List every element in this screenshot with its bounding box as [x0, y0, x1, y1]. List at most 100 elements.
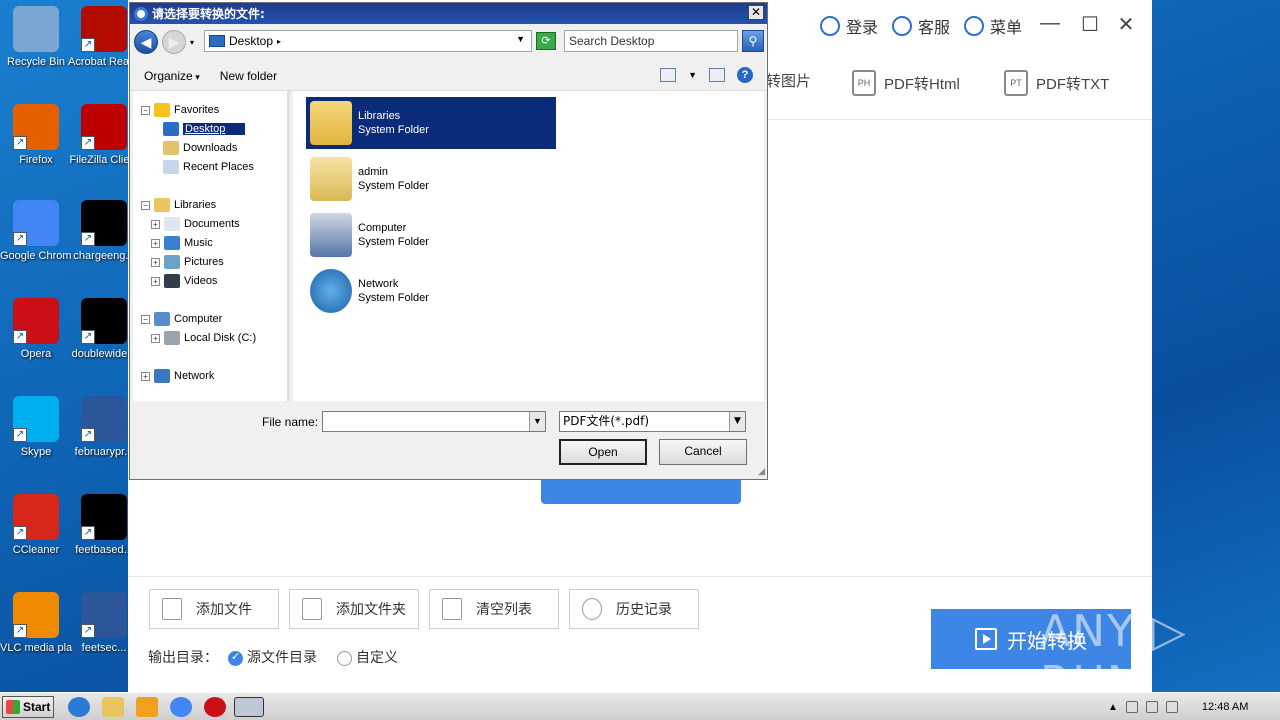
open-button[interactable]: Open [559, 439, 647, 465]
tree-videos[interactable]: + Videos [151, 272, 217, 290]
refresh-button[interactable]: ⟳ [536, 32, 556, 50]
login-button[interactable]: 登录 [820, 14, 878, 38]
clock[interactable]: 12:48 AM [1202, 701, 1248, 713]
tree-music[interactable]: + Music [151, 234, 213, 252]
collapse-icon[interactable]: − [141, 200, 150, 210]
file-type-select[interactable]: PDF文件(*.pdf) ▼ [559, 411, 746, 432]
back-button[interactable]: ◀ [134, 30, 158, 54]
tree-downloads[interactable]: Downloads [163, 139, 237, 157]
help-icon[interactable]: ? [737, 67, 753, 83]
explorer-icon[interactable] [102, 697, 124, 717]
desktop-icon-recycle-bin[interactable]: Recycle Bin [0, 6, 72, 69]
breadcrumb-chevron-icon[interactable]: ▸ [277, 37, 281, 46]
search-input[interactable]: Search Desktop [564, 30, 738, 52]
app-icon: ↗ [13, 396, 59, 442]
radio-label: 源文件目录 [247, 650, 317, 666]
chrome-icon[interactable] [170, 697, 192, 717]
add-file-button[interactable]: 添加文件 [149, 589, 279, 629]
tree-label: Documents [184, 218, 240, 230]
cancel-button[interactable]: Cancel [659, 439, 747, 465]
recent-places-icon [163, 160, 179, 174]
expand-icon[interactable]: + [151, 257, 160, 267]
file-item-admin[interactable]: admin System Folder [306, 153, 556, 205]
network-tray-icon[interactable] [1145, 701, 1158, 713]
dialog-close-button[interactable]: ✕ [748, 5, 764, 20]
expand-icon[interactable]: + [151, 219, 160, 229]
tree-documents[interactable]: + Documents [151, 215, 240, 233]
history-button[interactable]: 历史记录 [569, 589, 699, 629]
clear-list-button[interactable]: 清空列表 [429, 589, 559, 629]
new-folder-button[interactable]: New folder [220, 69, 277, 83]
view-controls: ▼ ? [660, 67, 753, 83]
add-file-label: 添加文件 [196, 602, 252, 618]
close-button[interactable]: ✕ [1114, 12, 1138, 37]
service-button[interactable]: 客服 [892, 14, 950, 38]
expand-icon[interactable]: + [151, 276, 160, 286]
file-item-network[interactable]: Network System Folder [306, 265, 556, 317]
tree-desktop[interactable]: Desktop [163, 120, 246, 138]
tab-pdf-to-txt[interactable]: PT PDF转TXT [1004, 70, 1109, 96]
collapse-icon[interactable]: − [141, 105, 150, 115]
file-type-dropdown-icon[interactable]: ▼ [729, 412, 745, 431]
media-player-icon[interactable] [136, 697, 158, 717]
address-bar[interactable]: Desktop ▸ ▼ [204, 30, 532, 52]
desktop-icon-ccleaner[interactable]: ↗ CCleaner [0, 494, 72, 557]
preview-pane-icon[interactable] [709, 68, 725, 82]
ie-icon[interactable] [68, 697, 90, 717]
dialog-commandbar: Organize New folder ▼ ? [130, 61, 767, 91]
network-globe-icon [310, 269, 352, 313]
desktop-icon-vlc-media-player[interactable]: ↗ VLC media player [0, 592, 72, 655]
opera-icon[interactable] [204, 697, 226, 717]
action-center-flag-icon[interactable] [1165, 701, 1178, 713]
tray-expand-icon[interactable]: ▲ [1108, 702, 1118, 713]
volume-icon[interactable] [1125, 701, 1138, 713]
expand-icon[interactable]: + [151, 333, 160, 343]
view-dropdown-icon[interactable]: ▼ [688, 70, 697, 80]
minimize-button[interactable]: — [1038, 12, 1062, 35]
tab-label: 转图片 [766, 73, 812, 90]
tree-label: Local Disk (C:) [184, 332, 257, 344]
forward-button[interactable]: ▶ [162, 30, 186, 54]
tab-pdf-to-image[interactable]: 转图片 [766, 70, 811, 91]
tree-libraries[interactable]: − Libraries [141, 196, 216, 214]
resize-grip-icon[interactable]: ◢ [758, 466, 765, 477]
desktop-icon-opera[interactable]: ↗ Opera [0, 298, 72, 361]
collapse-icon[interactable]: − [141, 314, 150, 324]
pdf-converter-taskbar-icon[interactable] [234, 697, 264, 717]
add-folder-button[interactable]: 添加文件夹 [289, 589, 419, 629]
desktop-folder-icon [209, 35, 225, 47]
organize-button[interactable]: Organize [144, 69, 200, 83]
tree-network[interactable]: + Network [141, 367, 214, 385]
desktop-icon-google-chrome[interactable]: ↗ Google Chrome [0, 200, 72, 263]
recent-pages-dropdown[interactable]: ▾ [190, 38, 194, 47]
tab-pdf-to-html[interactable]: PH PDF转Html [852, 70, 960, 96]
drive-icon [164, 331, 180, 345]
expand-icon[interactable]: + [151, 238, 160, 248]
file-name-input[interactable]: ▼ [322, 411, 546, 432]
menu-button[interactable]: 菜单 [964, 14, 1022, 38]
downloads-icon [163, 141, 179, 155]
file-item-libraries[interactable]: Libraries System Folder [306, 97, 556, 149]
tree-pictures[interactable]: + Pictures [151, 253, 224, 271]
radio-custom-dir[interactable]: 自定义 [337, 647, 398, 667]
app-icon: ↗ [81, 298, 127, 344]
expand-icon[interactable]: + [141, 371, 150, 381]
computer-icon [154, 312, 170, 326]
search-icon[interactable]: ⚲ [742, 30, 764, 52]
maximize-button[interactable]: ☐ [1078, 12, 1102, 37]
desktop-icon-skype[interactable]: ↗ Skype [0, 396, 72, 459]
file-item-computer[interactable]: Computer System Folder [306, 209, 556, 261]
file-name-dropdown-icon[interactable]: ▼ [529, 412, 545, 431]
desktop-icon-firefox[interactable]: ↗ Firefox [0, 104, 72, 167]
radio-source-dir[interactable]: 源文件目录 [228, 647, 317, 667]
start-button[interactable]: Start [2, 696, 54, 718]
headset-icon [892, 16, 912, 36]
tree-computer[interactable]: − Computer [141, 310, 222, 328]
tree-local-disk[interactable]: + Local Disk (C:) [151, 329, 256, 347]
view-options-icon[interactable] [660, 68, 677, 82]
address-dropdown-icon[interactable]: ▼ [516, 34, 525, 44]
tree-recent-places[interactable]: Recent Places [163, 158, 254, 176]
file-name: Computer [358, 222, 407, 234]
tree-favorites[interactable]: − Favorites [141, 101, 219, 119]
dialog-bottom: File name: ▼ PDF文件(*.pdf) ▼ Open Cancel … [130, 403, 767, 479]
